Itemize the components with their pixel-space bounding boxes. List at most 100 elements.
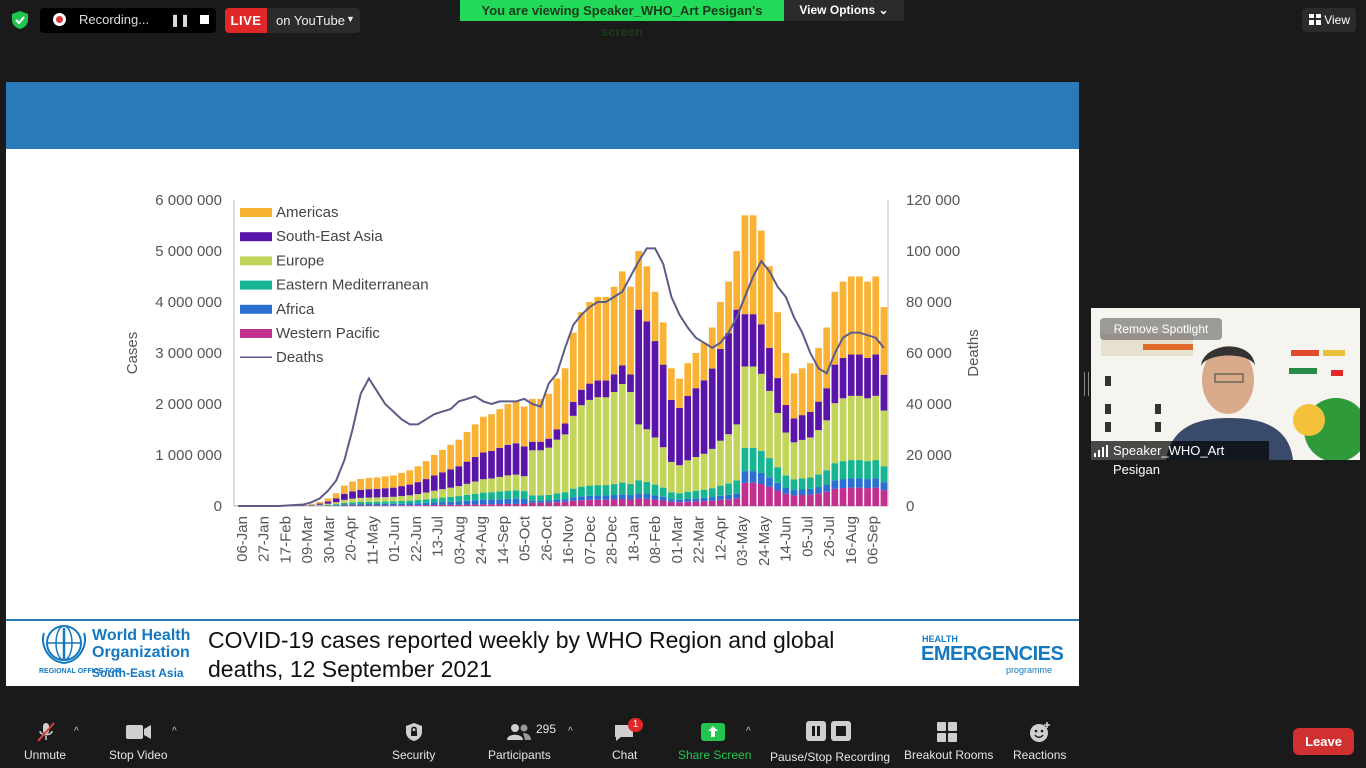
bar-segment [520, 406, 528, 447]
y2-tick-label: 100 000 [906, 243, 960, 260]
remove-spotlight-button[interactable]: Remove Spotlight [1100, 318, 1222, 340]
bar-segment [398, 505, 405, 506]
bar-segment [373, 488, 381, 498]
bar-segment [815, 347, 822, 402]
bar-segment [774, 490, 781, 506]
bar-segment [324, 501, 332, 504]
x-tick-label: 07-Dec [582, 516, 599, 565]
bar-segment [332, 502, 340, 505]
bar-segment [463, 494, 471, 501]
bar-segment [741, 447, 749, 472]
toolbar-participants[interactable]: 295 Participants [486, 718, 566, 762]
shield-icon [406, 723, 422, 741]
bar-segment [872, 460, 880, 479]
bar-segment [847, 460, 855, 479]
toolbar-share-screen[interactable]: Share Screen [676, 718, 751, 762]
bar-segment [684, 396, 692, 461]
bar-segment [422, 502, 430, 506]
toolbar-chat[interactable]: 1 Chat [604, 718, 644, 762]
caret-down-icon[interactable]: ▼ [346, 14, 355, 24]
view-options-button[interactable]: View Options ⌄ [784, 0, 904, 21]
bar-segment [602, 485, 610, 496]
leave-button[interactable]: Leave [1293, 728, 1354, 755]
security-shield-icon[interactable] [10, 10, 30, 30]
bar-segment [578, 486, 585, 497]
bar-segment [864, 461, 871, 480]
participants-options-caret-icon[interactable]: ^ [568, 726, 573, 737]
bar-segment [520, 476, 528, 492]
speaker-name-label: Speaker_WHO_Art Pesigan [1091, 441, 1269, 477]
toolbar-breakout-rooms[interactable]: Breakout Rooms [902, 718, 994, 762]
bar-segment [529, 495, 536, 501]
signal-strength-icon [1094, 445, 1108, 457]
bar-segment [749, 471, 757, 483]
y-tick-label: 1 000 000 [155, 447, 222, 464]
bar-segment [643, 482, 651, 495]
bar-segment [741, 471, 749, 483]
bar-segment [831, 488, 839, 506]
pause-recording-icon[interactable]: ❚❚ [170, 13, 190, 27]
bar-segment [839, 461, 847, 480]
bar-segment [439, 489, 446, 498]
bar-segment [479, 499, 487, 505]
bar-segment [757, 324, 765, 374]
x-tick-label: 24-Aug [473, 516, 490, 564]
bar-segment [365, 497, 373, 502]
y-tick-label: 2 000 000 [155, 396, 222, 413]
bar-segment [357, 497, 365, 502]
share-options-caret-icon[interactable]: ^ [746, 726, 751, 737]
x-tick-label: 26-Oct [538, 515, 555, 561]
bar-segment [659, 500, 667, 506]
bar-segment [717, 440, 724, 486]
bar-segment [324, 498, 332, 502]
toolbar-unmute[interactable]: Unmute [20, 718, 72, 762]
bar-segment [373, 477, 381, 489]
stop-recording-icon[interactable] [200, 15, 209, 24]
bar-segment [578, 405, 585, 487]
bar-segment [463, 500, 471, 505]
bar-segment [668, 499, 675, 502]
bar-segment [864, 398, 871, 462]
bar-segment [545, 438, 553, 448]
audio-options-caret-icon[interactable]: ^ [74, 726, 79, 737]
bar-segment [782, 475, 790, 488]
bar-segment [766, 266, 773, 348]
bar-segment [512, 498, 520, 504]
video-options-caret-icon[interactable]: ^ [172, 726, 177, 737]
bar-segment [578, 312, 585, 390]
bar-segment [455, 466, 463, 487]
security-label: Security [392, 748, 436, 762]
bar-segment [798, 368, 806, 416]
panel-resize-handle[interactable] [1084, 372, 1089, 396]
x-tick-label: 06-Jan [234, 516, 251, 562]
toolbar-security[interactable]: Security [390, 718, 438, 762]
toolbar-pause-stop-recording[interactable]: Pause/Stop Recording [768, 718, 890, 764]
bar-segment [316, 501, 324, 504]
x-tick-label: 27-Jan [256, 516, 273, 562]
bar-segment [684, 363, 692, 397]
bar-segment [594, 495, 602, 500]
bar-segment [725, 333, 732, 435]
health-emergencies-programme: programme [1006, 665, 1053, 675]
covid-chart: 0 1 000 000 2 000 000 3 000 000 4 000 000 5 0… [124, 192, 982, 566]
slide-header-bar [6, 82, 1079, 149]
toolbar-reactions[interactable]: Reactions [1010, 718, 1068, 762]
bar-segment [471, 500, 479, 505]
bar-segment [708, 448, 716, 489]
bar-segment [774, 482, 781, 491]
bar-segment [872, 478, 880, 488]
bar-segment [602, 495, 610, 500]
bar-segment [643, 321, 651, 430]
toolbar-stop-video[interactable]: Stop Video [106, 718, 172, 762]
x-tick-label: 08-Feb [647, 516, 664, 564]
bar-segment [569, 497, 577, 501]
bar-segment [708, 368, 716, 449]
x-tick-label: 06-Sep [865, 516, 882, 564]
bar-segment [365, 477, 373, 490]
bar-segment [766, 347, 773, 391]
live-destination-label[interactable]: on YouTube [276, 13, 345, 28]
bar-segment [831, 403, 839, 464]
bar-segment [390, 496, 397, 502]
bar-segment [406, 484, 414, 496]
bar-segment [684, 460, 692, 492]
